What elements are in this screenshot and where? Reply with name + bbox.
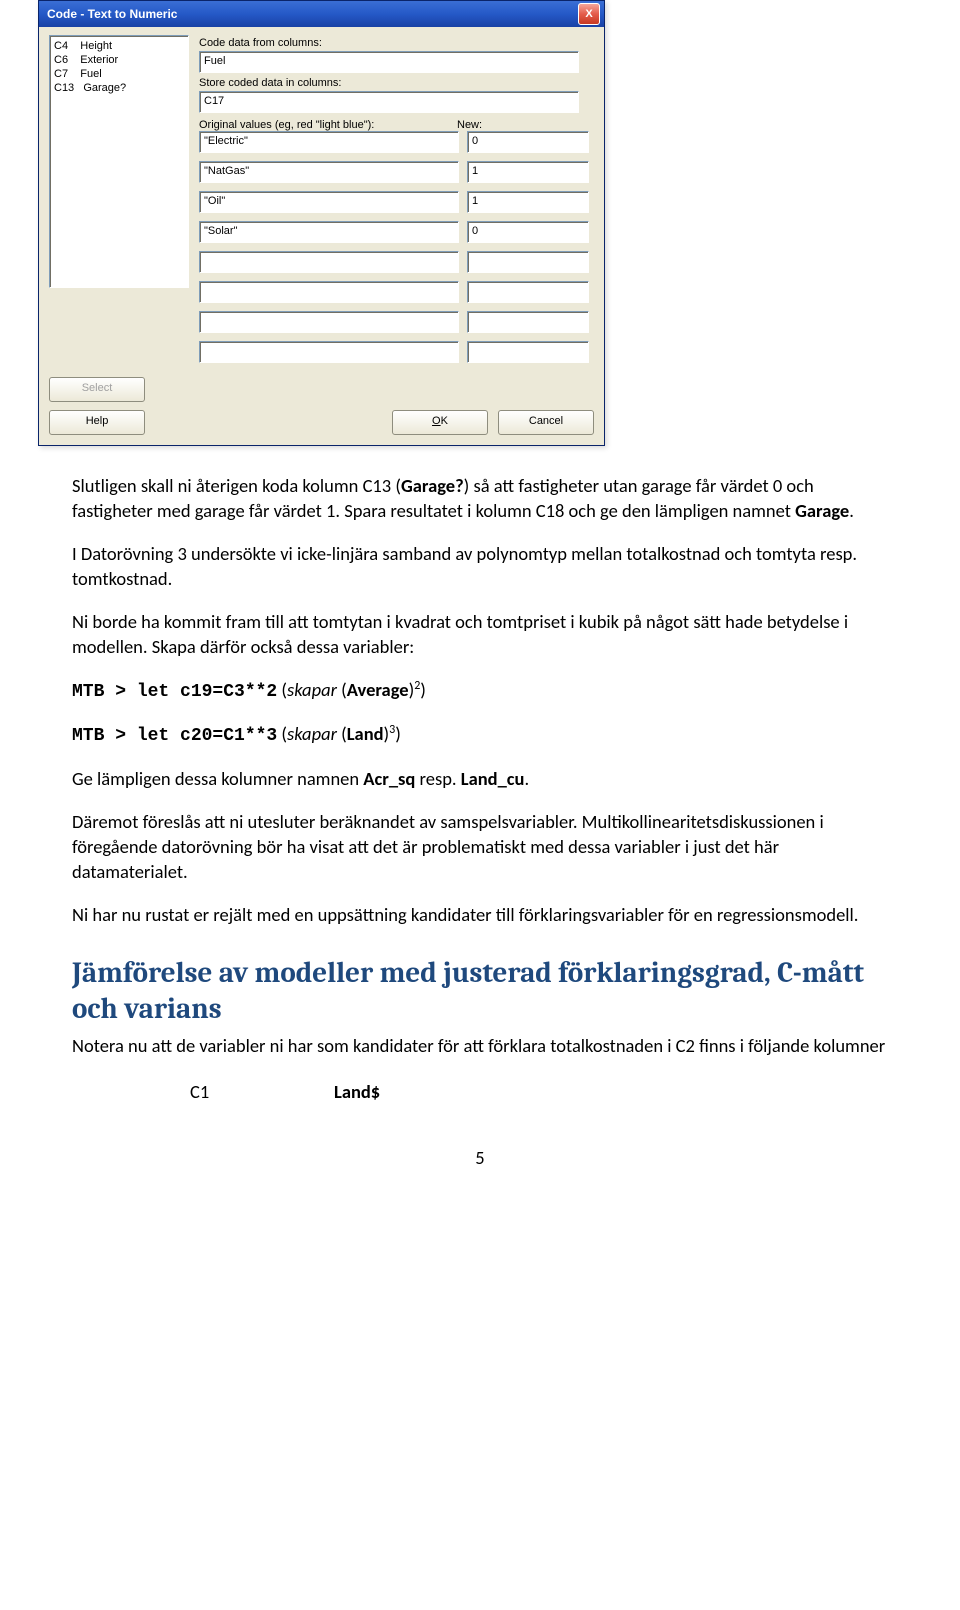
store-in-label: Store coded data in columns: — [199, 77, 594, 89]
new-input[interactable]: 0 — [467, 131, 589, 153]
close-icon[interactable]: X — [578, 3, 600, 25]
code-dialog: Code - Text to Numeric X C4 Height C6 Ex… — [38, 0, 605, 446]
document-body: Slutligen skall ni återigen koda kolumn … — [0, 474, 960, 1209]
code-line: MTB > let c19=C3**2 (skapar (Average)2) — [72, 678, 888, 704]
paragraph: Ni borde ha kommit fram till att tomtyta… — [72, 610, 888, 660]
new-input[interactable] — [467, 281, 589, 303]
paragraph: Ni har nu rustat er rejält med en uppsät… — [72, 903, 888, 928]
orig-input[interactable]: "Oil" — [199, 191, 459, 213]
table-cell: C1 — [189, 1079, 331, 1104]
paragraph: Däremot föreslås att ni utesluter beräkn… — [72, 810, 888, 885]
new-input[interactable]: 1 — [467, 161, 589, 183]
heading: Jämförelse av modeller med justerad förk… — [72, 956, 888, 1029]
new-input[interactable] — [467, 251, 589, 273]
select-button: Select — [49, 377, 145, 402]
orig-input[interactable] — [199, 281, 459, 303]
help-button[interactable]: Help — [49, 410, 145, 435]
original-values-label: Original values (eg, red "light blue"): — [199, 119, 449, 131]
orig-input[interactable] — [199, 341, 459, 363]
code-from-input[interactable]: Fuel — [199, 51, 579, 73]
store-in-input[interactable]: C17 — [199, 91, 579, 113]
orig-input[interactable] — [199, 251, 459, 273]
orig-input[interactable]: "Solar" — [199, 221, 459, 243]
column-table: C1 Land$ — [187, 1077, 383, 1106]
new-input[interactable]: 1 — [467, 191, 589, 213]
new-input[interactable] — [467, 341, 589, 363]
code-line: MTB > let c20=C1**3 (skapar (Land)3) — [72, 722, 888, 748]
cancel-button[interactable]: Cancel — [498, 410, 594, 435]
titlebar[interactable]: Code - Text to Numeric X — [39, 1, 604, 27]
column-list[interactable]: C4 Height C6 Exterior C7 Fuel C13 Garage… — [49, 35, 189, 288]
orig-input[interactable]: "Electric" — [199, 131, 459, 153]
ok-button[interactable]: OK — [392, 410, 488, 435]
new-input[interactable]: 0 — [467, 221, 589, 243]
new-input[interactable] — [467, 311, 589, 333]
table-cell: Land$ — [333, 1079, 381, 1104]
new-values-label: New: — [457, 119, 569, 131]
code-from-label: Code data from columns: — [199, 37, 594, 49]
orig-input[interactable] — [199, 311, 459, 333]
dialog-title: Code - Text to Numeric — [47, 7, 578, 21]
page-number: 5 — [72, 1146, 888, 1169]
paragraph: Ge lämpligen dessa kolumner namnen Acr_s… — [72, 767, 888, 792]
paragraph: I Datorövning 3 undersökte vi icke-linjä… — [72, 542, 888, 592]
paragraph: Notera nu att de variabler ni har som ka… — [72, 1034, 888, 1059]
orig-input[interactable]: "NatGas" — [199, 161, 459, 183]
paragraph: Slutligen skall ni återigen koda kolumn … — [72, 474, 888, 524]
